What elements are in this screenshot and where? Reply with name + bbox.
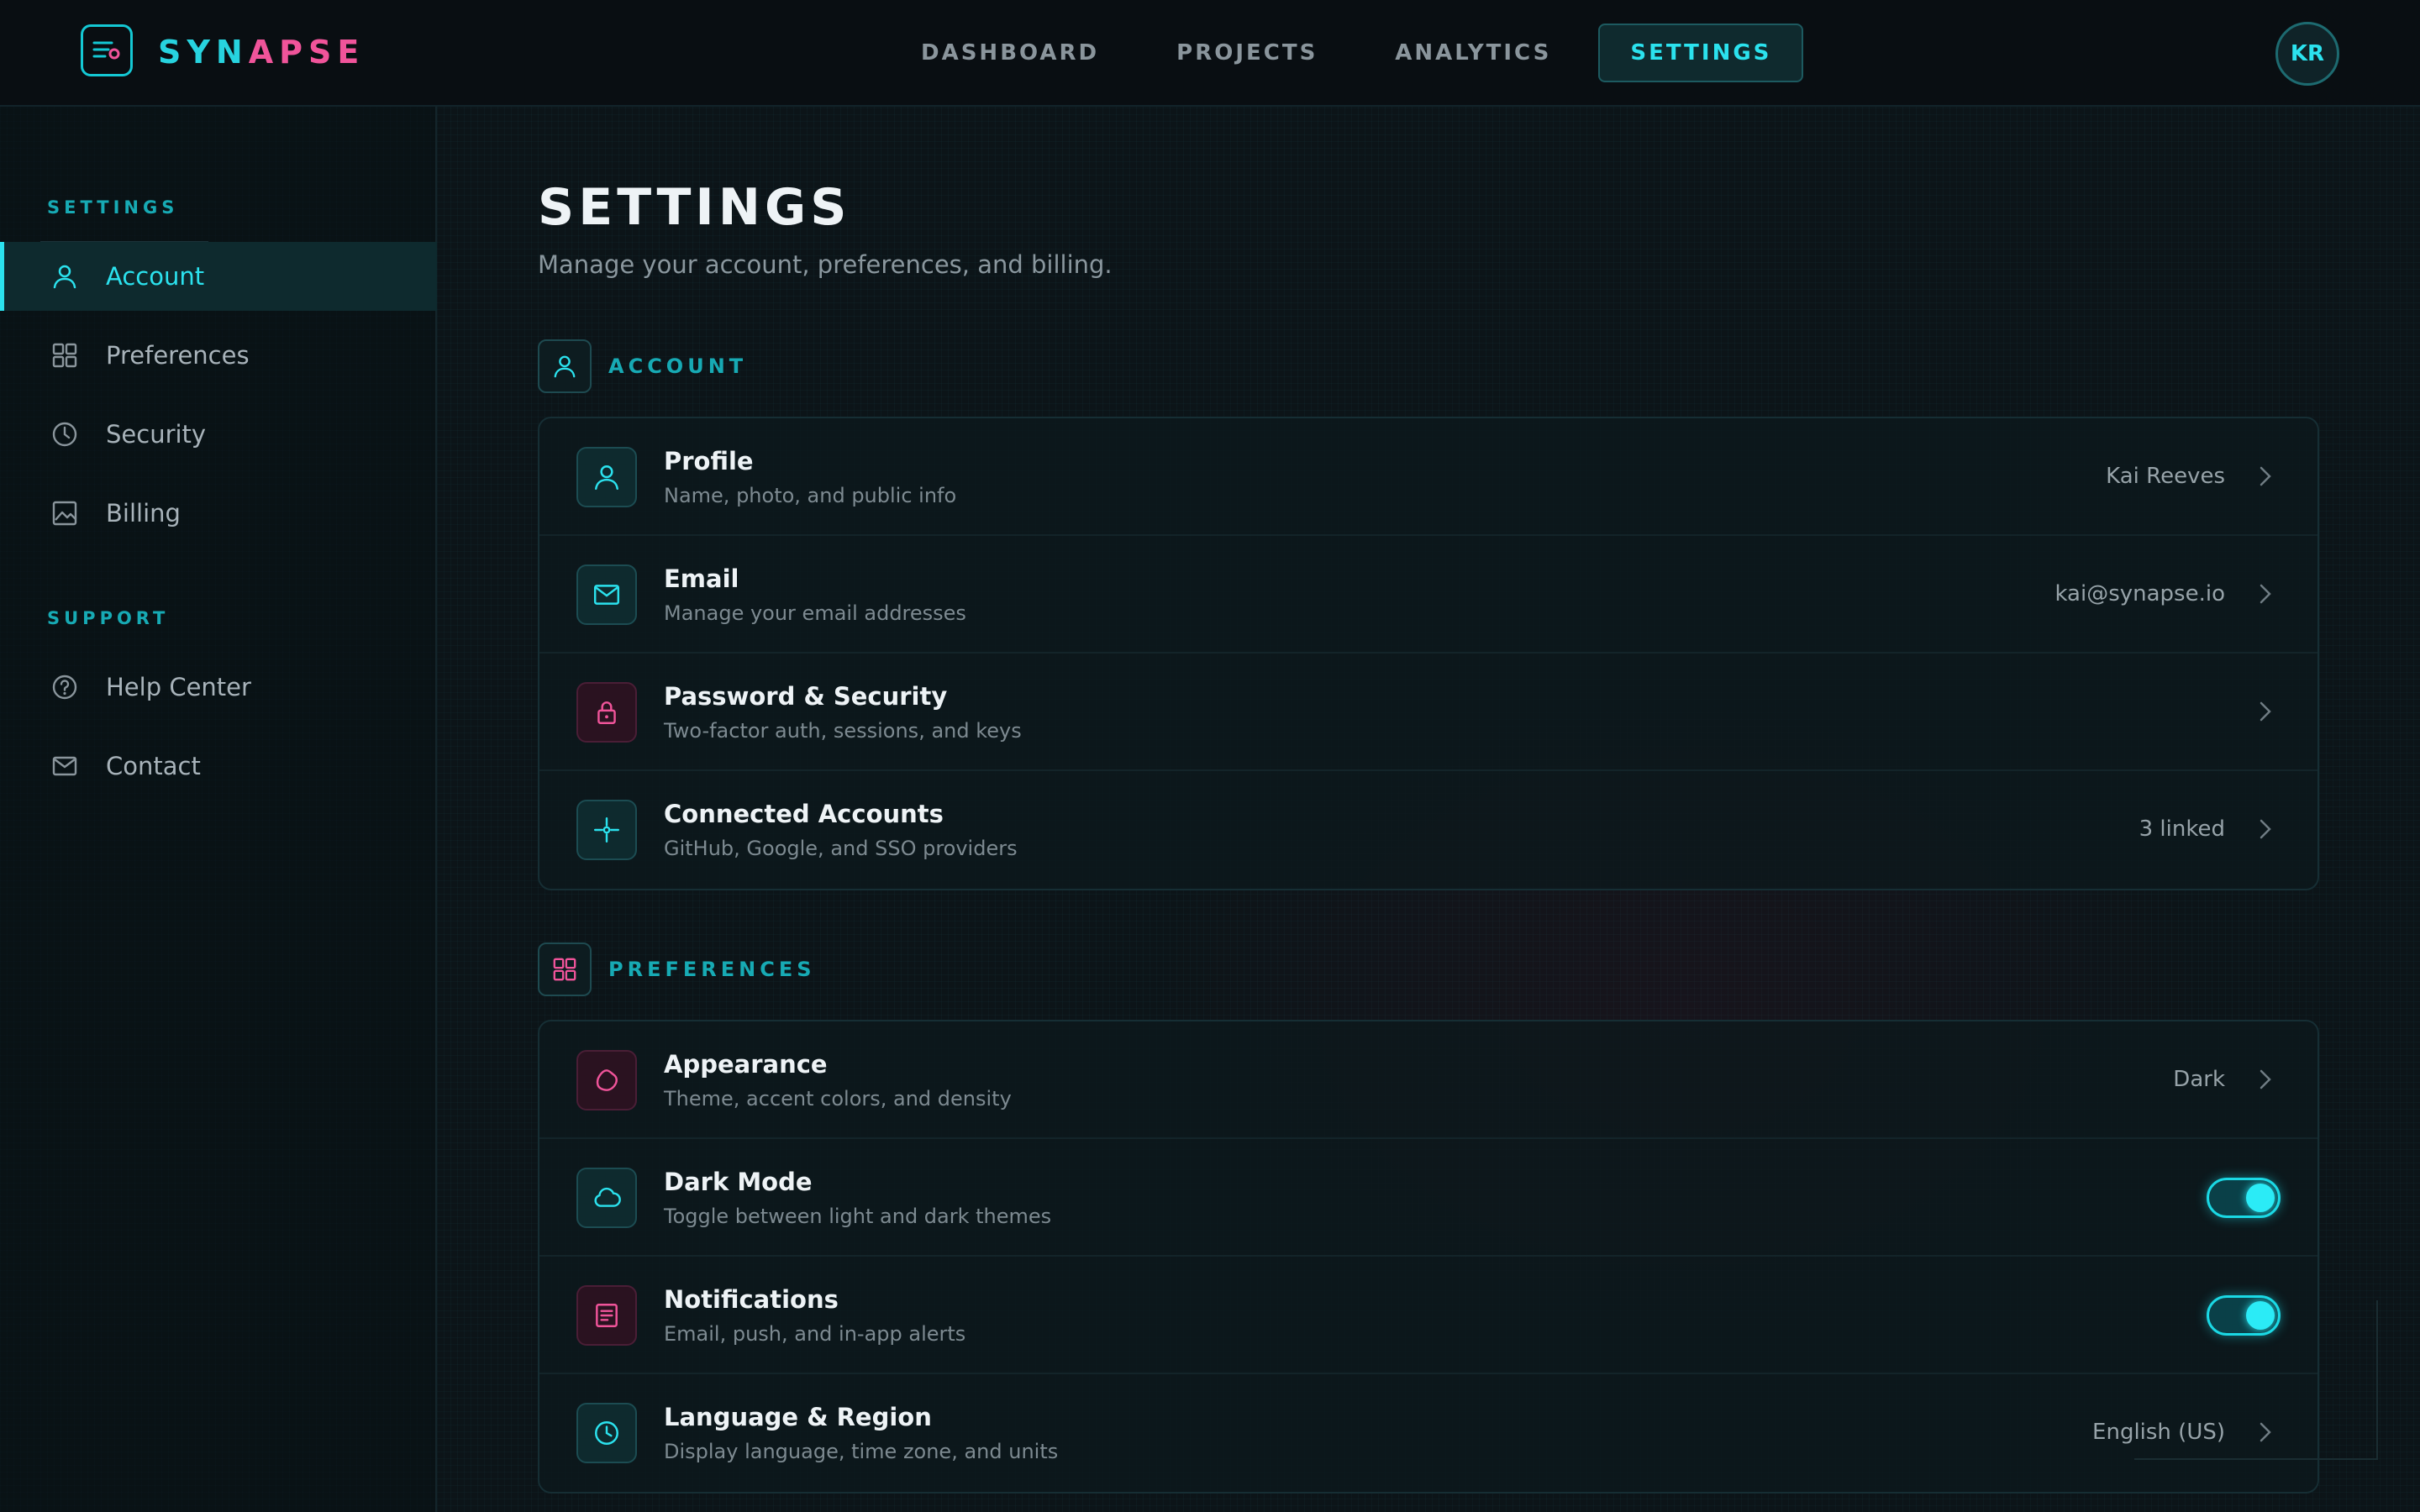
- sidebar-item-label: Billing: [106, 499, 181, 528]
- user-icon: [538, 339, 592, 393]
- row-description: Manage your email addresses: [664, 601, 966, 625]
- settings-row-password-security[interactable]: Password & Security Two-factor auth, ses…: [539, 654, 2317, 771]
- nav-dashboard[interactable]: DASHBOARD: [891, 24, 1129, 82]
- sidebar-item-label: Preferences: [106, 341, 250, 370]
- dark-mode-toggle[interactable]: [2207, 1178, 2281, 1218]
- page-subtitle: Manage your account, preferences, and bi…: [538, 250, 1113, 279]
- image-icon: [50, 499, 79, 528]
- row-description: Toggle between light and dark themes: [664, 1205, 1052, 1228]
- row-title: Email: [664, 564, 739, 593]
- sidebar-item-help-center[interactable]: Help Center: [0, 653, 437, 722]
- logo-icon[interactable]: [81, 24, 133, 76]
- row-value: Kai Reeves: [2106, 464, 2225, 489]
- row-value: kai@synapse.io: [2054, 581, 2225, 606]
- main-nav: DASHBOARD PROJECTS ANALYTICS SETTINGS: [891, 24, 1820, 82]
- sidebar-heading-settings: SETTINGS: [47, 197, 179, 218]
- account-card: Profile Name, photo, and public info Kai…: [538, 417, 2319, 890]
- chevron-right-icon[interactable]: [2252, 581, 2277, 606]
- user-icon: [50, 262, 79, 291]
- chevron-right-icon[interactable]: [2252, 816, 2277, 842]
- clock-icon: [576, 1403, 637, 1463]
- nav-projects[interactable]: PROJECTS: [1146, 24, 1348, 82]
- chevron-right-icon[interactable]: [2252, 699, 2277, 724]
- row-title: Password & Security: [664, 682, 948, 711]
- grid-icon: [538, 942, 592, 996]
- settings-row-profile[interactable]: Profile Name, photo, and public info Kai…: [539, 418, 2317, 536]
- toggle-knob: [2246, 1184, 2275, 1212]
- row-value: 3 linked: [2139, 816, 2225, 842]
- settings-row-dark-mode: Dark Mode Toggle between light and dark …: [539, 1139, 2317, 1257]
- sidebar-item-label: Account: [106, 262, 205, 291]
- sidebar-item-security[interactable]: Security: [0, 400, 437, 469]
- corner-decoration: [2134, 1300, 2378, 1460]
- top-header: SYNAPSE DASHBOARD PROJECTS ANALYTICS SET…: [0, 0, 2420, 107]
- row-title: Language & Region: [664, 1403, 932, 1431]
- settings-row-email[interactable]: Email Manage your email addresses kai@sy…: [539, 536, 2317, 654]
- row-title: Profile: [664, 447, 754, 475]
- row-title: Dark Mode: [664, 1168, 813, 1196]
- blob-icon: [576, 1050, 637, 1110]
- avatar[interactable]: KR: [2275, 22, 2339, 86]
- row-title: Notifications: [664, 1285, 839, 1314]
- settings-row-language-region[interactable]: Language & Region Display language, time…: [539, 1374, 2317, 1492]
- settings-row-notifications: Notifications Email, push, and in-app al…: [539, 1257, 2317, 1374]
- sidebar-item-label: Contact: [106, 752, 201, 780]
- mail-icon: [576, 564, 637, 625]
- section-header-preferences: PREFERENCES: [538, 942, 816, 996]
- crosshair-icon: [576, 800, 637, 860]
- sidebar-item-account[interactable]: Account: [0, 242, 437, 311]
- grid-icon: [50, 341, 79, 370]
- sidebar-item-label: Help Center: [106, 673, 251, 701]
- brand-part-1: SYN: [158, 34, 249, 71]
- sidebar-item-contact[interactable]: Contact: [0, 732, 437, 801]
- cloud-icon: [576, 1168, 637, 1228]
- row-description: Theme, accent colors, and density: [664, 1087, 1012, 1110]
- row-description: GitHub, Google, and SSO providers: [664, 837, 1018, 860]
- clock-icon: [50, 420, 79, 449]
- row-description: Name, photo, and public info: [664, 484, 957, 507]
- nav-settings[interactable]: SETTINGS: [1598, 24, 1804, 82]
- sidebar-item-billing[interactable]: Billing: [0, 479, 437, 548]
- note-icon: [576, 1285, 637, 1346]
- chevron-right-icon[interactable]: [2252, 464, 2277, 489]
- row-description: Email, push, and in-app alerts: [664, 1322, 966, 1346]
- row-value: Dark: [2173, 1067, 2225, 1092]
- chevron-right-icon[interactable]: [2252, 1067, 2277, 1092]
- user-icon: [576, 447, 637, 507]
- help-icon: [50, 673, 79, 701]
- page-title: SETTINGS: [538, 178, 851, 237]
- section-header-account: ACCOUNT: [538, 339, 747, 393]
- row-description: Two-factor auth, sessions, and keys: [664, 719, 1022, 743]
- preferences-card: Appearance Theme, accent colors, and den…: [538, 1020, 2319, 1494]
- brand-name[interactable]: SYNAPSE: [158, 34, 365, 71]
- sidebar-heading-support: SUPPORT: [47, 608, 170, 628]
- brand-part-2: APSE: [248, 34, 366, 71]
- nav-analytics[interactable]: ANALYTICS: [1365, 24, 1581, 82]
- settings-row-connected-accounts[interactable]: Connected Accounts GitHub, Google, and S…: [539, 771, 2317, 889]
- section-label: PREFERENCES: [608, 958, 816, 981]
- settings-row-appearance[interactable]: Appearance Theme, accent colors, and den…: [539, 1021, 2317, 1139]
- lock-icon: [576, 682, 637, 743]
- sidebar: SETTINGS Account Preferences Security Bi…: [0, 107, 437, 1512]
- section-label: ACCOUNT: [608, 354, 748, 378]
- row-title: Connected Accounts: [664, 800, 944, 828]
- mail-icon: [50, 752, 79, 780]
- row-title: Appearance: [664, 1050, 828, 1079]
- row-description: Display language, time zone, and units: [664, 1440, 1059, 1463]
- sidebar-item-label: Security: [106, 420, 207, 449]
- sidebar-item-preferences[interactable]: Preferences: [0, 321, 437, 390]
